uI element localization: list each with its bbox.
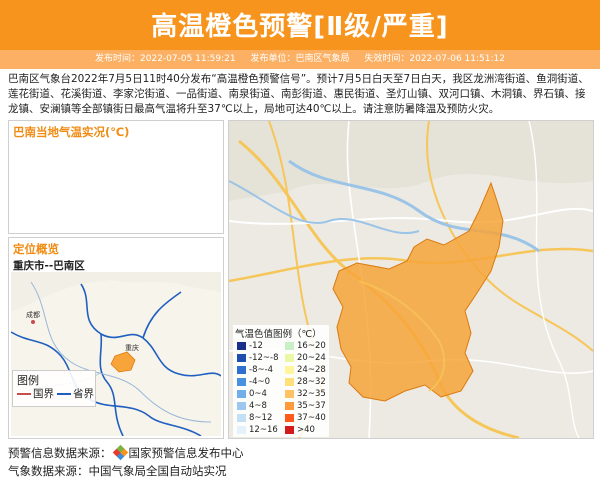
expire-time: 失效时间：2022-07-06 11:51:12 (364, 54, 505, 64)
temperature-legend-label: 8~12 (249, 413, 273, 423)
temperature-legend-swatch (237, 354, 246, 362)
warning-source-link[interactable]: 国家预警信息发布中心 (129, 446, 244, 460)
temperature-color-legend: 气温色值图例（℃） -12 -12~-8 -8~-4 -4~0 0~4 4~8 8~12 12… (233, 325, 329, 437)
temperature-panel: 巴南当地气温实况(℃) (8, 120, 224, 234)
temperature-legend-label: 37~40 (297, 413, 326, 423)
temperature-legend-label: 20~24 (297, 353, 326, 363)
temperature-legend-swatch (285, 402, 294, 410)
location-subtitle: 重庆市--巴南区 (13, 260, 85, 272)
warning-area-map-panel: 气温色值图例（℃） -12 -12~-8 -8~-4 -4~0 0~4 4~8 8~12 12… (228, 120, 594, 439)
temperature-legend-swatch (237, 426, 246, 434)
warning-description: 巴南区气象台2022年7月5日11时40分发布“高温橙色预警信号”。预计7月5日… (8, 73, 589, 115)
temperature-legend-label: 16~20 (297, 341, 326, 351)
temperature-legend-label: -8~-4 (249, 365, 274, 375)
temperature-panel-title: 巴南当地气温实况(℃) (13, 125, 130, 139)
temperature-legend-label: -12~-8 (249, 353, 279, 363)
national-border-label: 国界 (33, 388, 54, 400)
location-legend: 图例 国界 省界 (12, 370, 96, 407)
footer: 预警信息数据来源： 国家预警信息发布中心 气象数据来源：中国气象局全国自动站实况 (8, 444, 244, 480)
location-overview-map[interactable]: 成都 重庆 (11, 272, 221, 436)
temperature-legend-label: -4~0 (249, 377, 271, 387)
chengdu-label: 成都 (26, 310, 40, 319)
temperature-legend-swatch (237, 378, 246, 386)
temperature-legend-title: 气温色值图例（℃） (235, 329, 322, 340)
temperature-legend-swatch (285, 378, 294, 386)
temperature-legend-swatch (237, 390, 246, 398)
weather-source-line: 气象数据来源：中国气象局全国自动站实况 (8, 464, 227, 478)
temperature-legend-swatch (237, 414, 246, 422)
chongqing-label: 重庆 (125, 343, 139, 352)
temperature-legend-swatch (237, 342, 246, 350)
temperature-legend-swatch (285, 354, 294, 362)
warning-source-line: 预警信息数据来源： 国家预警信息发布中心 (8, 444, 244, 462)
warning-meta-bar: 发布时间：2022-07-05 11:59:21 发布单位：巴南区气象局 失效时… (0, 50, 600, 69)
temperature-legend-swatch (285, 426, 294, 434)
provincial-border-label: 省界 (73, 388, 94, 400)
temperature-legend-swatch (237, 402, 246, 410)
temperature-legend-label: 35~37 (297, 401, 326, 411)
warning-title: 高温橙色预警[Ⅱ级/严重] (151, 12, 449, 42)
location-panel: 定位概览 重庆市--巴南区 成都 重庆 图例 国界 省界 (8, 237, 224, 439)
publish-time: 发布时间：2022-07-05 11:59:21 (95, 54, 236, 64)
temperature-legend-label: 12~16 (249, 425, 278, 435)
publisher: 发布单位：巴南区气象局 (250, 54, 350, 64)
temperature-legend-label: >40 (297, 425, 315, 435)
temperature-legend-swatch (237, 366, 246, 374)
temperature-legend-label: 32~35 (297, 389, 326, 399)
provincial-border-swatch (57, 393, 71, 395)
temperature-legend-label: 24~28 (297, 365, 326, 375)
temperature-legend-label: -12 (249, 341, 263, 351)
temperature-legend-label: 28~32 (297, 377, 326, 387)
location-panel-title: 定位概览 (13, 242, 59, 256)
temperature-legend-swatch (285, 366, 294, 374)
national-border-swatch (17, 393, 31, 395)
temperature-legend-swatch (285, 414, 294, 422)
temperature-legend-label: 0~4 (249, 389, 267, 399)
temperature-legend-label: 4~8 (249, 401, 267, 411)
warning-source-label: 预警信息数据来源： (8, 446, 112, 460)
warning-center-icon (112, 444, 128, 461)
warning-header: 高温橙色预警[Ⅱ级/严重] (0, 0, 600, 50)
temperature-legend-swatch (285, 390, 294, 398)
temperature-legend-swatch (285, 342, 294, 350)
